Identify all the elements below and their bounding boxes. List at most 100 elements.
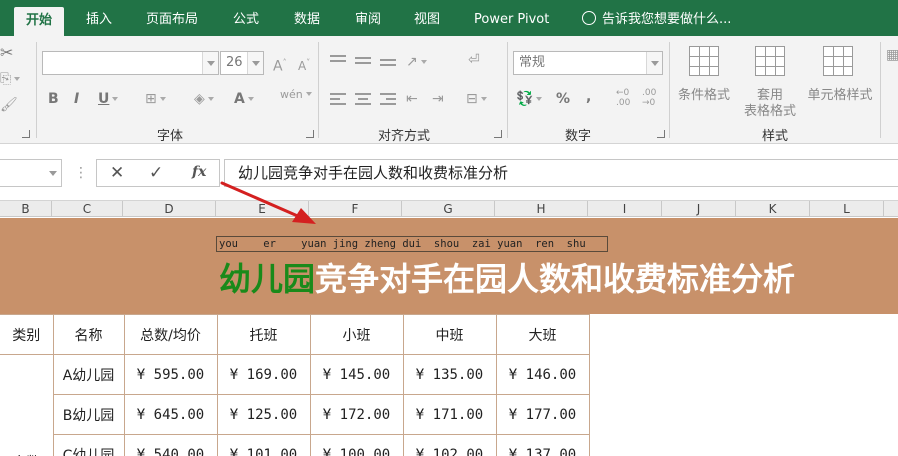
percent-style-icon[interactable]: % [556, 90, 570, 108]
header-cell[interactable]: 大班 [495, 314, 590, 355]
table-cell[interactable]: ¥ 146.00 [495, 354, 590, 395]
bold-icon[interactable]: B [48, 90, 59, 108]
header-cell[interactable]: 名称 [52, 314, 125, 355]
align-left-icon[interactable] [330, 93, 346, 105]
accounting-format-icon[interactable]: 💱 [516, 90, 543, 108]
align-top-icon[interactable] [330, 55, 346, 67]
copy-icon[interactable]: ⎘ [0, 70, 21, 88]
wrap-text-icon[interactable]: ⏎ [468, 51, 480, 69]
format-as-table-icon[interactable] [755, 46, 785, 76]
header-cell[interactable]: 托班 [216, 314, 311, 355]
align-bottom-icon[interactable] [380, 59, 396, 71]
header-cell[interactable]: 小班 [309, 314, 404, 355]
table-cell[interactable]: ¥ 169.00 [216, 354, 311, 395]
cell-styles-button[interactable]: 单元格样式 [804, 84, 876, 103]
table-cell[interactable]: ¥ 102.00 [402, 434, 497, 456]
data-table: 类别 名称 总数/均价 托班 小班 中班 大班 人数 A幼儿园 ¥ 595.00… [0, 314, 590, 456]
insert-function-icon[interactable]: fx [192, 164, 206, 180]
font-size-input[interactable]: 26 [220, 51, 264, 75]
phonetic-guide-icon[interactable]: wén [280, 86, 312, 104]
header-cell[interactable]: 中班 [402, 314, 497, 355]
table-cell[interactable]: B幼儿园 [52, 394, 125, 435]
tell-me-search[interactable]: 告诉我您想要做什么... [582, 0, 731, 36]
tab-review[interactable]: 审阅 [355, 0, 381, 36]
format-painter-icon[interactable]: 🖌 [0, 96, 18, 114]
underline-icon[interactable]: U [98, 90, 119, 108]
column-header[interactable]: H [495, 201, 588, 217]
column-header[interactable]: C [52, 201, 123, 217]
table-cell[interactable]: ¥ 177.00 [495, 394, 590, 435]
merge-center-icon[interactable]: ⊟ [466, 90, 487, 108]
table-cell[interactable]: ¥ 540.00 [123, 434, 218, 456]
italic-icon[interactable]: I [74, 90, 79, 108]
cell-styles-icon[interactable] [823, 46, 853, 76]
tab-home[interactable]: 开始 [14, 7, 65, 36]
category-cell[interactable]: 人数 [0, 354, 54, 456]
tab-view[interactable]: 视图 [414, 0, 440, 36]
tab-power-pivot[interactable]: Power Pivot [474, 0, 549, 36]
shrink-font-icon[interactable]: A˅ [298, 54, 310, 75]
chevron-down-icon[interactable] [646, 52, 662, 74]
chevron-down-icon[interactable] [247, 52, 263, 74]
cut-icon[interactable]: ✂ [0, 44, 13, 62]
table-cell[interactable]: ¥ 125.00 [216, 394, 311, 435]
number-launcher-icon[interactable] [657, 130, 665, 138]
chevron-down-icon[interactable] [45, 160, 61, 186]
column-header[interactable]: J [662, 201, 736, 217]
chevron-down-icon[interactable] [202, 52, 218, 74]
orientation-icon[interactable]: ↗ [406, 53, 427, 71]
table-cell[interactable]: ¥ 100.00 [309, 434, 404, 456]
font-name-input[interactable] [42, 51, 219, 75]
table-cell[interactable]: ¥ 172.00 [309, 394, 404, 435]
cells-insert-icon[interactable]: ▦ [886, 46, 898, 64]
table-cell[interactable]: C幼儿园 [52, 434, 125, 456]
title-cell[interactable]: you er yuan jing zheng dui shou zai yuan… [0, 218, 898, 314]
border-icon[interactable]: ⊞ [145, 90, 166, 108]
table-cell[interactable]: ¥ 101.00 [216, 434, 311, 456]
increase-decimal-icon[interactable]: ←0.00 [616, 88, 630, 108]
column-header[interactable]: K [736, 201, 810, 217]
name-box[interactable] [0, 159, 62, 187]
font-launcher-icon[interactable] [306, 130, 314, 138]
column-header[interactable]: L [810, 201, 884, 217]
column-header[interactable]: E [216, 201, 309, 217]
header-cell[interactable]: 总数/均价 [123, 314, 218, 355]
alignment-launcher-icon[interactable] [494, 130, 502, 138]
column-header[interactable]: B [0, 201, 52, 217]
table-cell[interactable]: ¥ 645.00 [123, 394, 218, 435]
table-cell[interactable]: ¥ 135.00 [402, 354, 497, 395]
increase-indent-icon[interactable]: ⇥ [432, 90, 444, 108]
conditional-format-button[interactable]: 条件格式 [674, 84, 734, 103]
table-cell[interactable]: ¥ 595.00 [123, 354, 218, 395]
formula-input[interactable]: 幼儿园竞争对手在园人数和收费标准分析 [224, 159, 898, 187]
grow-font-icon[interactable]: A˄ [273, 54, 287, 76]
formula-bar-grip-icon[interactable]: ⋮ [74, 165, 88, 181]
table-cell[interactable]: ¥ 145.00 [309, 354, 404, 395]
column-header[interactable]: F [309, 201, 402, 217]
conditional-format-icon[interactable] [689, 46, 719, 76]
enter-icon[interactable]: ✓ [149, 163, 163, 183]
column-header[interactable]: D [123, 201, 216, 217]
tab-formulas[interactable]: 公式 [233, 0, 259, 36]
fill-color-icon[interactable]: ◈ [194, 90, 214, 108]
align-right-icon[interactable] [380, 93, 396, 105]
decrease-indent-icon[interactable]: ⇤ [406, 90, 418, 108]
comma-style-icon[interactable]: , [586, 88, 591, 106]
clipboard-launcher-icon[interactable] [22, 130, 30, 138]
cancel-icon[interactable]: ✕ [110, 163, 124, 183]
tab-data[interactable]: 数据 [294, 0, 320, 36]
column-header[interactable]: G [402, 201, 495, 217]
header-cell[interactable]: 类别 [0, 314, 54, 355]
table-cell[interactable]: A幼儿园 [52, 354, 125, 395]
table-cell[interactable]: ¥ 137.00 [495, 434, 590, 456]
decrease-decimal-icon[interactable]: .00 →0 [642, 88, 656, 108]
column-header[interactable]: I [588, 201, 662, 217]
align-middle-icon[interactable] [355, 57, 371, 69]
table-cell[interactable]: ¥ 171.00 [402, 394, 497, 435]
number-format-input[interactable]: 常规 [513, 51, 663, 75]
align-center-icon[interactable] [355, 93, 371, 105]
format-as-table-line2[interactable]: 表格格式 [736, 100, 804, 119]
tab-insert[interactable]: 插入 [86, 0, 112, 36]
tab-page-layout[interactable]: 页面布局 [146, 0, 198, 36]
font-color-icon[interactable]: A [234, 90, 254, 108]
